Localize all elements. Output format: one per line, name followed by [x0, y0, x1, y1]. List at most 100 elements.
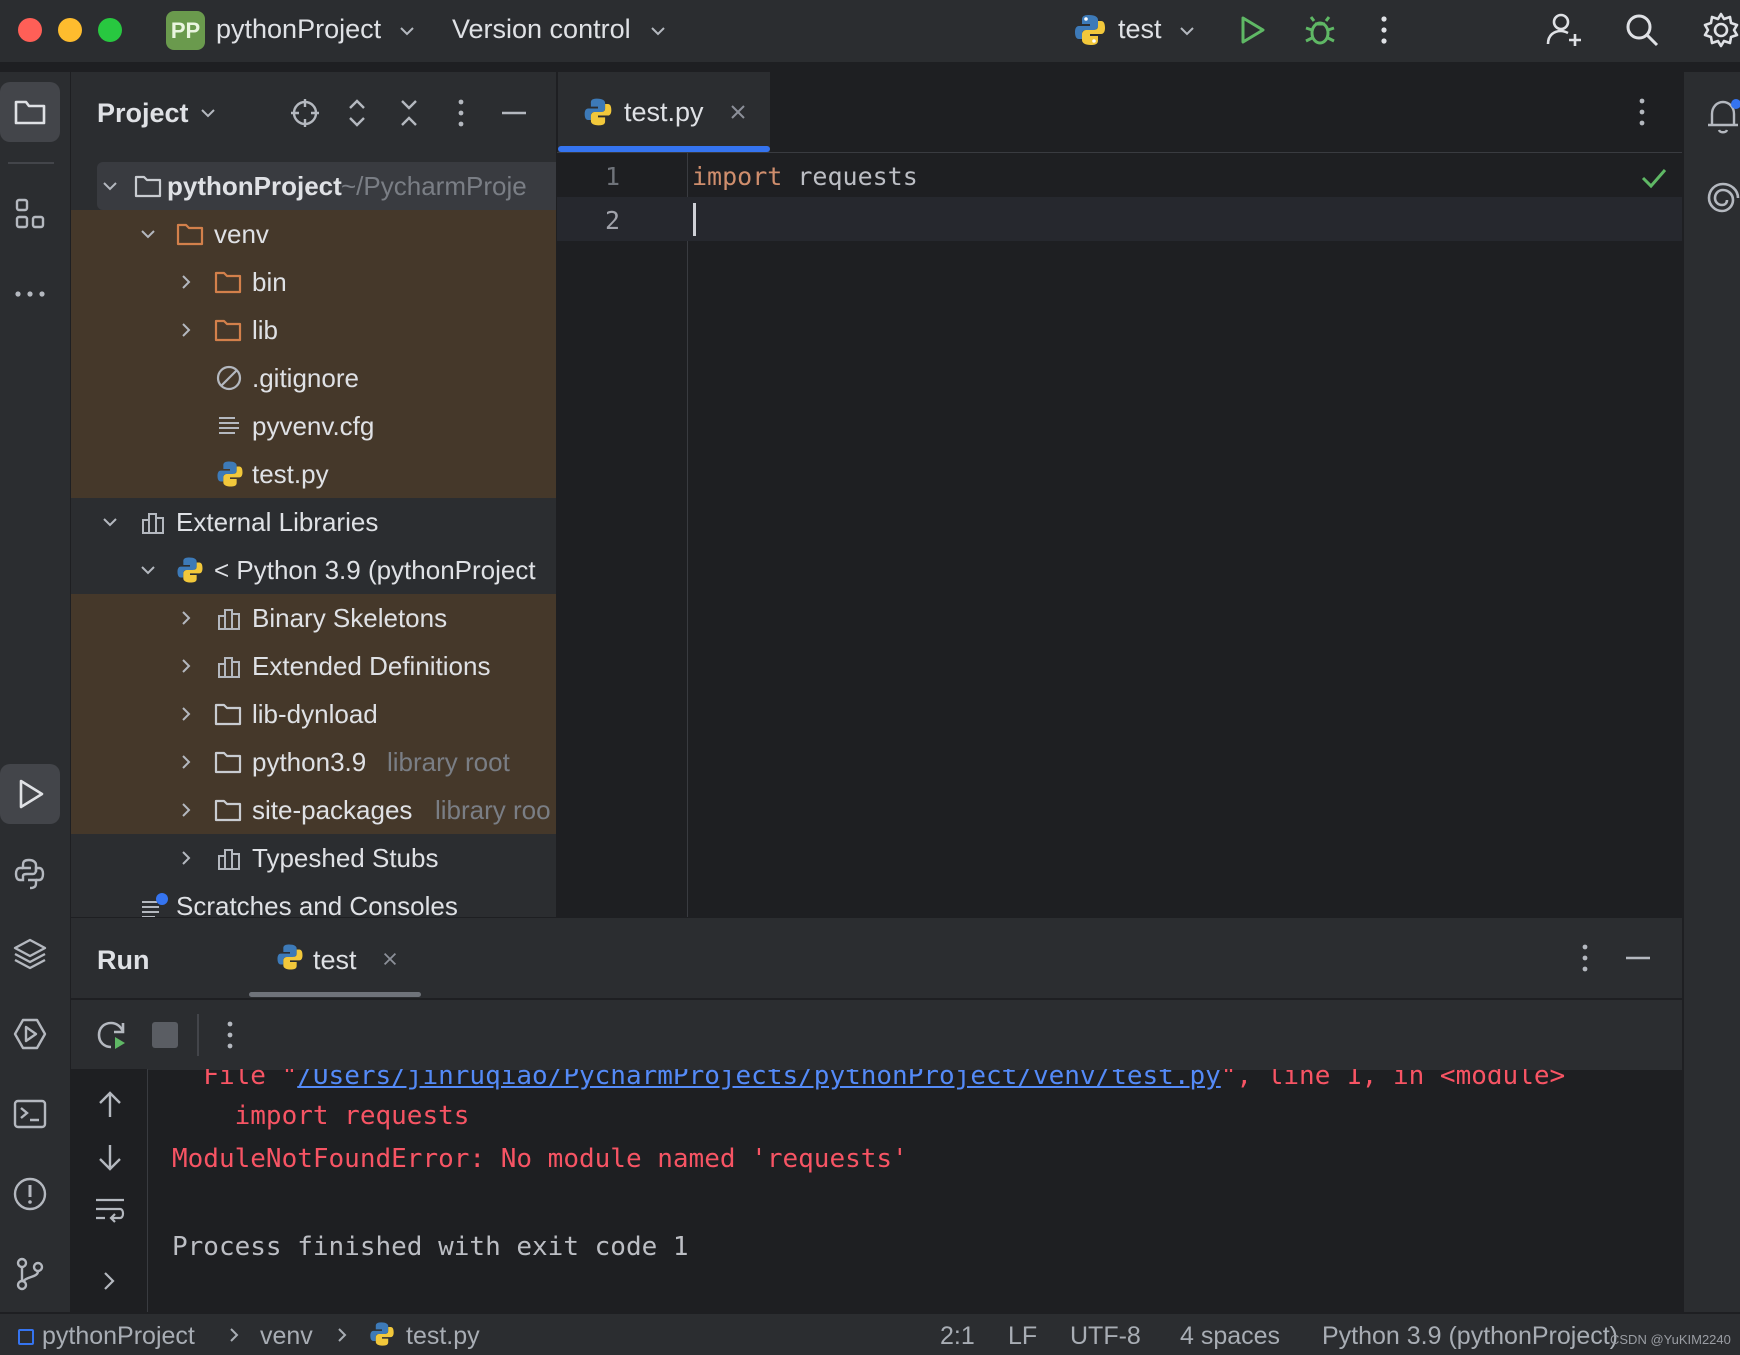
chevron-right-icon[interactable] [177, 321, 195, 339]
python-packages-button[interactable] [0, 924, 60, 984]
project-tool-button[interactable] [0, 82, 60, 142]
zoom-window-button[interactable] [98, 18, 122, 42]
more-options-icon[interactable] [222, 1019, 238, 1051]
soft-wrap-icon[interactable] [93, 1193, 127, 1225]
arrow-down-icon[interactable] [95, 1141, 125, 1173]
tree-item-python39[interactable]: python3.9 library root [71, 738, 556, 786]
inspection-ok-check-icon[interactable] [1640, 166, 1668, 190]
python-icon [1075, 15, 1105, 45]
close-tab-icon[interactable] [728, 102, 748, 122]
settings-gear-icon[interactable] [1702, 11, 1740, 49]
project-selector[interactable]: pythonProject [216, 14, 381, 45]
library-root-hint: library roo [435, 795, 551, 825]
tree-item-pythonproject[interactable]: pythonProject ~/PycharmProje [97, 162, 556, 210]
interpreter-selector[interactable]: Python 3.9 (pythonProject) [1322, 1322, 1618, 1351]
file-encoding[interactable]: UTF-8 [1070, 1322, 1141, 1351]
structure-tool-button[interactable] [0, 184, 60, 244]
debug-bug-icon[interactable] [1302, 12, 1338, 48]
run-tool-button[interactable] [0, 764, 60, 824]
services-tool-button[interactable] [0, 1004, 60, 1064]
traceback-code-line: import requests [172, 1101, 470, 1131]
chevron-right-icon[interactable] [177, 801, 195, 819]
tree-item-scratches[interactable]: Scratches and Consoles [71, 882, 556, 917]
rerun-icon[interactable] [95, 1018, 129, 1052]
tree-item-external-libraries[interactable]: External Libraries [71, 498, 556, 546]
chevron-right-icon[interactable] [177, 609, 195, 627]
editor-tab-test-py[interactable]: test.py [558, 72, 770, 152]
chevron-right-icon[interactable] [177, 705, 195, 723]
folder-icon [214, 751, 242, 774]
minimize-window-button[interactable] [58, 18, 82, 42]
collapse-all-icon[interactable] [393, 97, 425, 129]
chevron-down-icon[interactable] [199, 104, 217, 122]
chevron-right-icon[interactable] [99, 1269, 119, 1293]
more-tools-button[interactable] [0, 264, 60, 324]
tree-item-lib[interactable]: lib [71, 306, 556, 354]
tree-item-typeshed-stubs[interactable]: Typeshed Stubs [71, 834, 556, 882]
project-badge[interactable]: PP [166, 11, 205, 50]
close-window-button[interactable] [18, 18, 42, 42]
close-tab-icon[interactable] [381, 950, 399, 968]
tree-item-gitignore[interactable]: .gitignore [71, 354, 556, 402]
tree-item-binary-skeletons[interactable]: Binary Skeletons [71, 594, 556, 642]
run-icon[interactable] [1236, 14, 1268, 46]
chevron-right-icon[interactable] [177, 273, 195, 291]
hide-panel-icon[interactable] [1623, 942, 1653, 974]
python-console-button[interactable] [0, 844, 60, 904]
more-options-icon[interactable] [1577, 942, 1593, 974]
breadcrumb-item[interactable]: test.py [406, 1322, 480, 1351]
tree-item-python-sdk[interactable]: < Python 3.9 (pythonProject [71, 546, 556, 594]
chevron-right-icon[interactable] [177, 753, 195, 771]
git-tool-button[interactable] [0, 1244, 60, 1304]
notifications-button[interactable] [1684, 86, 1740, 146]
more-options-icon[interactable] [453, 97, 469, 129]
run-config-selector[interactable]: test [1118, 14, 1162, 45]
locate-crosshair-icon[interactable] [289, 97, 321, 129]
indent-setting[interactable]: 4 spaces [1180, 1322, 1280, 1351]
line-separator[interactable]: LF [1008, 1322, 1037, 1351]
chevron-down-icon[interactable] [398, 22, 416, 40]
chevron-down-icon[interactable] [101, 513, 119, 531]
run-tab-test[interactable]: test [179, 918, 423, 998]
chevron-down-icon[interactable] [1178, 22, 1196, 40]
run-tab-label: test [313, 945, 357, 975]
arrow-up-icon[interactable] [95, 1089, 125, 1121]
tree-item-extended-definitions[interactable]: Extended Definitions [71, 642, 556, 690]
tree-item-pyvenv-cfg[interactable]: pyvenv.cfg [71, 402, 556, 450]
right-tool-strip [1683, 72, 1740, 1312]
more-options-icon[interactable] [1634, 96, 1650, 128]
add-user-icon[interactable] [1544, 10, 1584, 50]
console-output[interactable]: File "/Users/jinruqiao/PycharmProjects/p… [148, 1069, 1682, 1312]
chevron-down-icon[interactable] [101, 177, 119, 195]
folder-icon [176, 223, 204, 246]
problems-tool-button[interactable] [0, 1164, 60, 1224]
traceback-file-link[interactable]: /Users/jinruqiao/PycharmProjects/pythonP… [297, 1069, 1221, 1091]
caret-position[interactable]: 2:1 [940, 1322, 975, 1351]
chevron-right-icon[interactable] [177, 849, 195, 867]
search-icon[interactable] [1624, 12, 1660, 48]
chevron-down-icon[interactable] [649, 22, 667, 40]
folder-icon [214, 799, 242, 822]
tree-item-bin[interactable]: bin [71, 258, 556, 306]
stop-button[interactable] [152, 1022, 178, 1048]
code-line-1[interactable]: import requests [692, 162, 918, 191]
more-options-icon[interactable] [1376, 14, 1392, 46]
tree-item-venv[interactable]: venv [71, 210, 556, 258]
chevron-down-icon[interactable] [139, 225, 157, 243]
hide-panel-icon[interactable] [499, 97, 529, 129]
project-panel-title[interactable]: Project [97, 98, 189, 129]
tree-item-test-py[interactable]: test.py [71, 450, 556, 498]
tree-item-path-hint: ~/PycharmProje [341, 171, 527, 201]
version-control-menu[interactable]: Version control [452, 14, 631, 45]
chevron-down-icon[interactable] [139, 561, 157, 579]
tree-item-lib-dynload[interactable]: lib-dynload [71, 690, 556, 738]
traceback-file-line: File "/Users/jinruqiao/PycharmProjects/p… [172, 1069, 1565, 1091]
tree-item-site-packages[interactable]: site-packages library roo [71, 786, 556, 834]
expand-all-icon[interactable] [341, 97, 373, 129]
python-icon [277, 944, 303, 970]
ai-assistant-button[interactable] [1684, 164, 1740, 224]
terminal-tool-button[interactable] [0, 1084, 60, 1144]
chevron-right-icon[interactable] [177, 657, 195, 675]
breadcrumb-item[interactable]: pythonProject [42, 1322, 195, 1351]
breadcrumb-item[interactable]: venv [260, 1322, 313, 1351]
